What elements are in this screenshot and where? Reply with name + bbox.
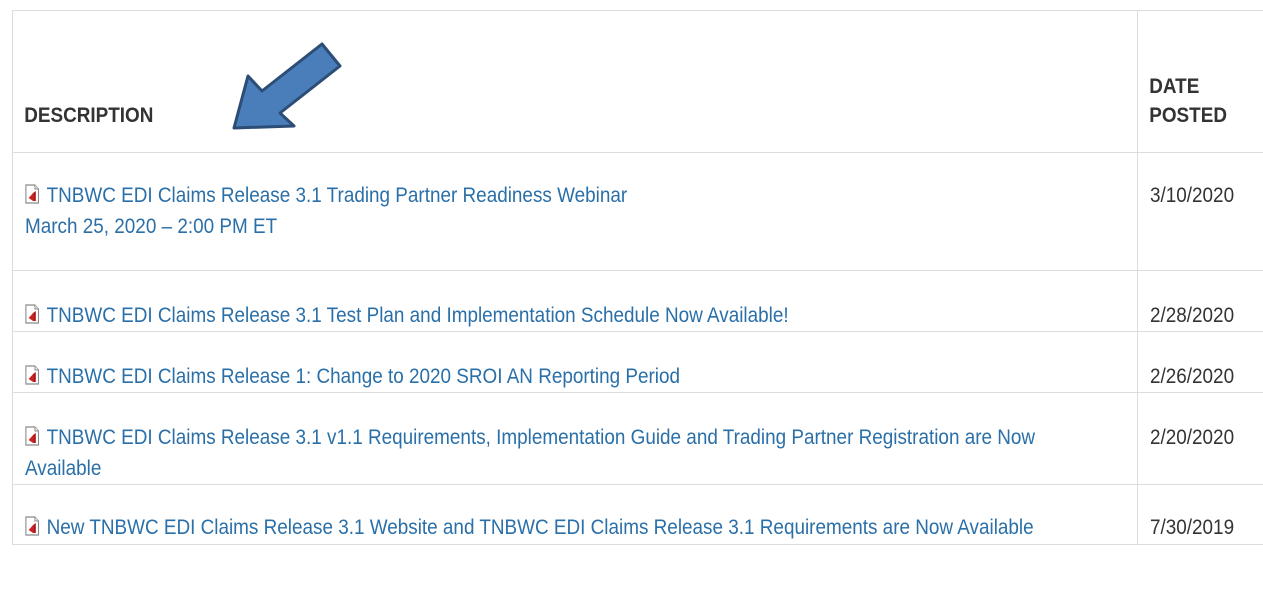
table-row: TNBWC EDI Claims Release 1: Change to 20… <box>12 331 1263 393</box>
table-row: TNBWC EDI Claims Release 3.1 Test Plan a… <box>12 270 1263 332</box>
table-row: New TNBWC EDI Claims Release 3.1 Website… <box>12 484 1263 545</box>
date-posted: 2/26/2020 <box>1150 365 1235 388</box>
document-link[interactable]: TNBWC EDI Claims Release 3.1 v1.1 Requir… <box>25 426 1035 480</box>
documents-table: DESCRIPTION DATE POSTED TNBWC EDI Claims… <box>12 10 1263 545</box>
date-posted: 2/20/2020 <box>1150 426 1235 449</box>
description-cell: New TNBWC EDI Claims Release 3.1 Website… <box>12 484 1138 545</box>
table-row: TNBWC EDI Claims Release 3.1 Trading Par… <box>12 152 1263 271</box>
document-link[interactable]: TNBWC EDI Claims Release 3.1 Trading Par… <box>25 184 627 207</box>
date-cell: 2/28/2020 <box>1137 270 1263 332</box>
document-link[interactable]: TNBWC EDI Claims Release 3.1 Test Plan a… <box>25 304 789 327</box>
pdf-file-icon <box>25 184 40 204</box>
document-subtitle: March 25, 2020 – 2:00 PM ET <box>25 215 278 238</box>
page: DESCRIPTION DATE POSTED TNBWC EDI Claims… <box>0 0 1263 598</box>
description-column-header: DESCRIPTION <box>12 10 1026 153</box>
description-cell: TNBWC EDI Claims Release 1: Change to 20… <box>12 331 1138 393</box>
document-title: New TNBWC EDI Claims Release 3.1 Website… <box>46 516 1034 539</box>
document-title: TNBWC EDI Claims Release 3.1 Trading Par… <box>46 184 628 207</box>
date-posted: 7/30/2019 <box>1150 516 1235 539</box>
description-header-label: DESCRIPTION <box>23 104 153 127</box>
date-header-label-line1: DATE <box>1148 75 1199 98</box>
pdf-file-icon <box>25 516 40 536</box>
document-subtitle-link[interactable]: March 25, 2020 – 2:00 PM ET <box>25 215 277 238</box>
document-title: TNBWC EDI Claims Release 3.1 Test Plan a… <box>46 304 789 327</box>
date-cell: 2/26/2020 <box>1137 331 1263 393</box>
date-posted: 2/28/2020 <box>1150 304 1235 327</box>
date-cell: 2/20/2020 <box>1137 392 1263 485</box>
date-cell: 3/10/2020 <box>1137 152 1263 271</box>
description-cell: TNBWC EDI Claims Release 3.1 Test Plan a… <box>12 270 1138 332</box>
pdf-file-icon <box>25 426 40 446</box>
document-title: TNBWC EDI Claims Release 3.1 v1.1 Requir… <box>25 426 1036 480</box>
date-header-label-line2: POSTED <box>1148 104 1227 127</box>
date-posted: 3/10/2020 <box>1150 184 1235 207</box>
table-row: TNBWC EDI Claims Release 3.1 v1.1 Requir… <box>12 392 1263 485</box>
document-link[interactable]: New TNBWC EDI Claims Release 3.1 Website… <box>25 516 1034 539</box>
document-title: TNBWC EDI Claims Release 1: Change to 20… <box>46 365 681 388</box>
document-link[interactable]: TNBWC EDI Claims Release 1: Change to 20… <box>25 365 680 388</box>
description-cell: TNBWC EDI Claims Release 3.1 Trading Par… <box>12 152 1138 271</box>
date-posted-column-header: DATE POSTED <box>1137 10 1263 153</box>
pdf-file-icon <box>25 365 40 385</box>
arrow-annotation-icon <box>232 42 342 130</box>
pdf-file-icon <box>25 304 40 324</box>
date-cell: 7/30/2019 <box>1137 484 1263 545</box>
header-row: DESCRIPTION DATE POSTED <box>12 10 1263 153</box>
description-cell: TNBWC EDI Claims Release 3.1 v1.1 Requir… <box>12 392 1138 485</box>
